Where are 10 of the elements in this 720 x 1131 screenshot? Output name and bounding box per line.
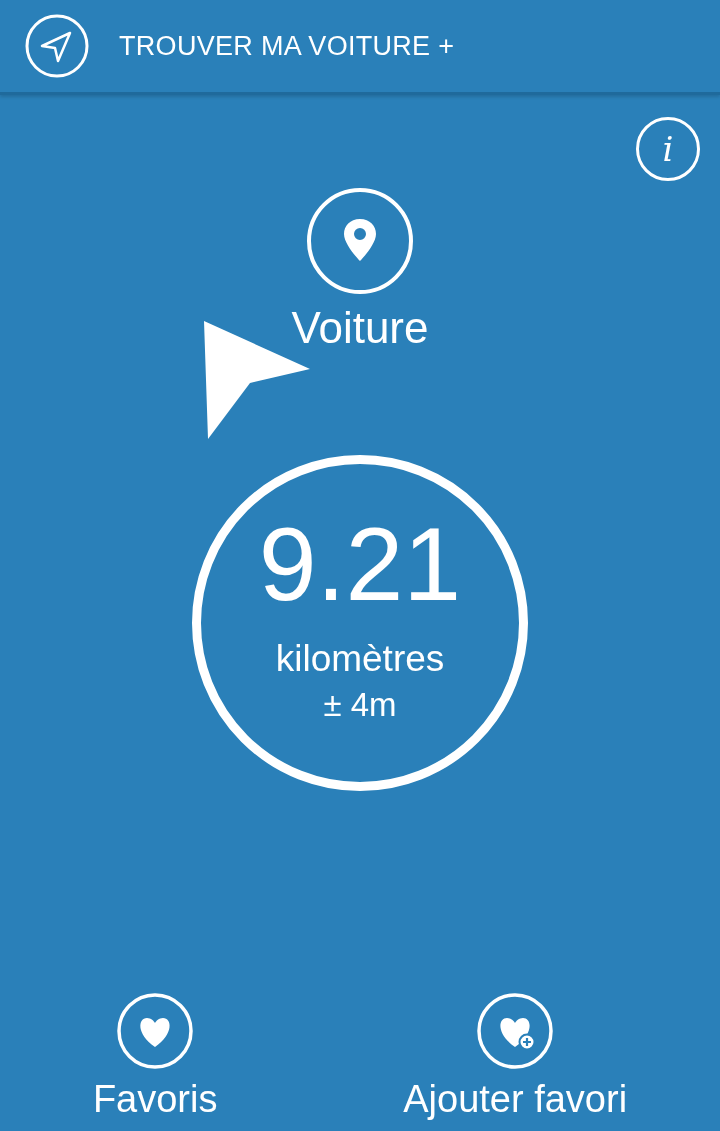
- accuracy-text: ± 4m: [323, 686, 397, 724]
- distance-unit: kilomètres: [275, 638, 445, 680]
- location-pin-icon[interactable]: [306, 187, 414, 295]
- add-favorite-button[interactable]: Ajouter favori: [403, 992, 628, 1121]
- favorites-button[interactable]: Favoris: [92, 992, 218, 1121]
- destination-label: Voiture: [291, 303, 429, 353]
- add-favorite-icon: [476, 992, 555, 1070]
- info-button[interactable]: i: [636, 117, 700, 181]
- distance-value: 9.21: [258, 512, 462, 616]
- app-title: TROUVER MA VOITURE +: [119, 30, 455, 62]
